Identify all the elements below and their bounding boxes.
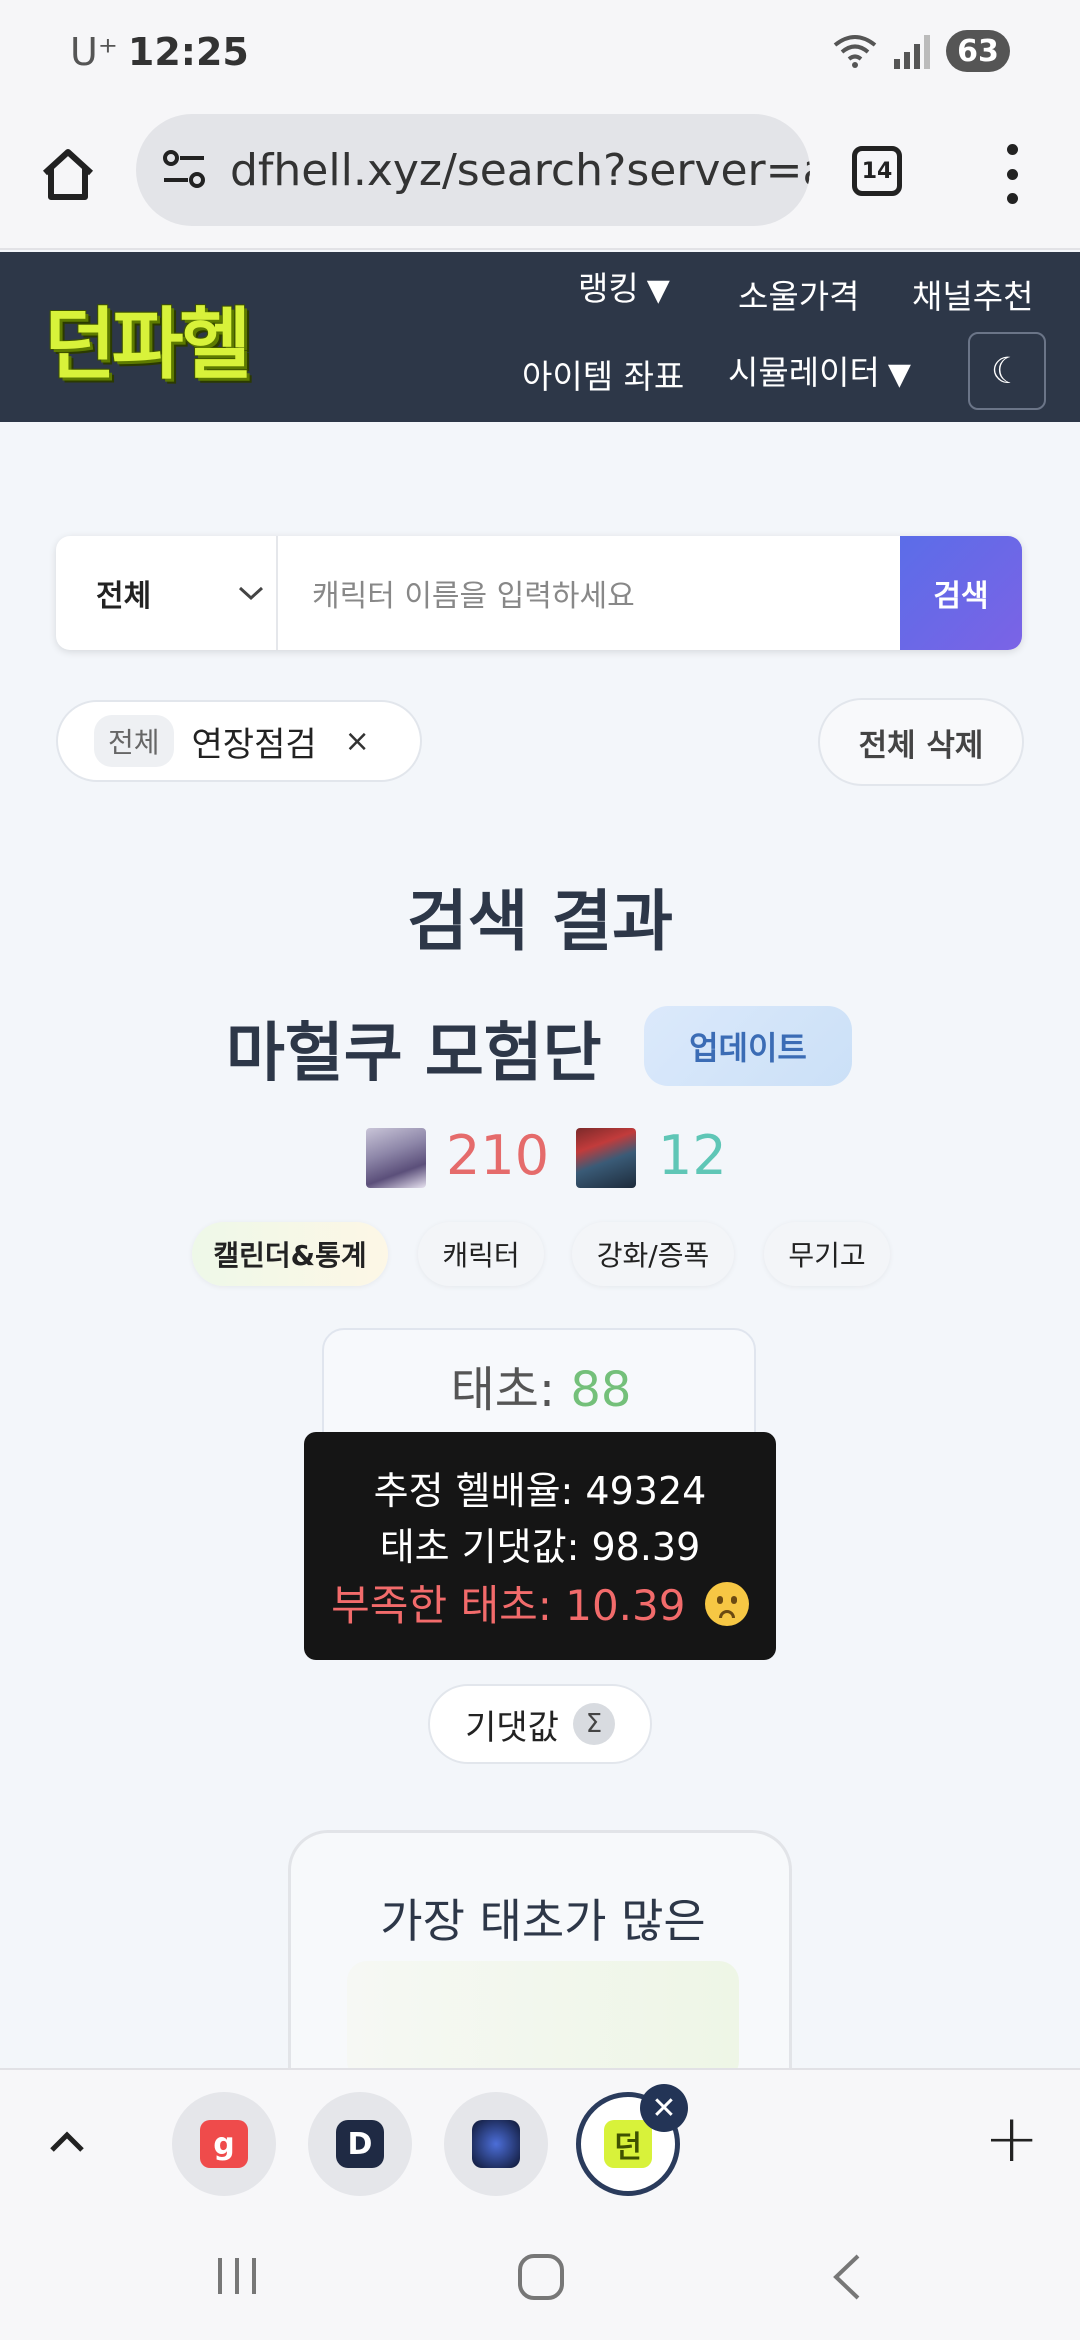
site-header: 던파헬 랭킹 ▼ 소울가격 채널추천 아이템 좌표 시뮬레이터 ▼ ☾ bbox=[0, 252, 1080, 422]
tab-thumbnail-g[interactable]: g bbox=[172, 2092, 276, 2196]
server-select-value: 전체 bbox=[96, 579, 152, 614]
status-bar: U⁺ 12:25 63 bbox=[0, 0, 1080, 110]
nav-ranking[interactable]: 랭킹 ▼ bbox=[578, 262, 670, 310]
character-count-b: 12 bbox=[658, 1124, 727, 1187]
chevron-down-icon bbox=[238, 586, 264, 601]
stat-label-text: 태초: bbox=[450, 1362, 571, 1418]
dungeon-fighter-icon bbox=[472, 2120, 520, 2168]
server-select[interactable]: 전체 bbox=[56, 536, 278, 650]
address-bar[interactable]: dfhell.xyz/search?server=ac bbox=[136, 114, 810, 226]
g-app-icon: g bbox=[200, 2120, 248, 2168]
tab-thumbnail-d[interactable]: D bbox=[308, 2092, 412, 2196]
d-app-icon: D bbox=[336, 2120, 384, 2168]
page-title: 검색 결과 bbox=[407, 883, 673, 960]
worried-face-icon bbox=[704, 1582, 749, 1626]
menu-dot-icon bbox=[1006, 144, 1018, 155]
adventure-group-name: 마헐쿠 모험단 bbox=[226, 1017, 602, 1091]
character-count-a: 210 bbox=[446, 1124, 550, 1187]
nav-soul-price[interactable]: 소울가격 bbox=[738, 270, 859, 318]
character-avatar bbox=[576, 1128, 636, 1188]
url-text: dfhell.xyz/search?server=ac bbox=[230, 144, 810, 196]
search-bar: 전체 캐릭터 이름을 입력하세요 검색 bbox=[56, 536, 1022, 650]
dfhell-logo-icon: 던 bbox=[604, 2120, 652, 2168]
browser-menu-button[interactable] bbox=[1000, 144, 1024, 204]
stat-value: 88 bbox=[570, 1362, 632, 1418]
chip-character-name: 연장점검 bbox=[191, 724, 317, 765]
signal-icon bbox=[894, 35, 930, 69]
most-taecho-card: 가장 태초가 많은 bbox=[288, 1830, 792, 2081]
close-tab-icon[interactable]: ✕ bbox=[640, 2084, 688, 2132]
tab-enhance[interactable]: 강화/증폭 bbox=[572, 1222, 734, 1286]
nav-channel-recommend[interactable]: 채널추천 bbox=[912, 270, 1033, 318]
tab-calendar-stats[interactable]: 캘린더&통계 bbox=[192, 1222, 388, 1286]
chevron-up-icon[interactable] bbox=[42, 2120, 92, 2164]
update-button[interactable]: 업데이트 bbox=[644, 1006, 852, 1086]
dropdown-triangle-icon: ▼ bbox=[887, 357, 911, 392]
menu-dot-icon bbox=[1006, 193, 1018, 204]
carrier: U⁺ bbox=[70, 30, 118, 74]
nav-ranking-label: 랭킹 bbox=[578, 269, 639, 308]
character-avatar bbox=[366, 1128, 426, 1188]
system-navigation-bar bbox=[0, 2216, 1080, 2340]
tab-character[interactable]: 캐릭터 bbox=[418, 1222, 544, 1286]
moon-icon: ☾ bbox=[990, 350, 1024, 392]
tooltip-shortfall: 부족한 태초: 10.39 bbox=[304, 1572, 776, 1633]
most-taecho-content bbox=[347, 1961, 739, 2081]
status-carrier-time: U⁺ 12:25 bbox=[70, 30, 249, 74]
tab-thumbnail-dfo[interactable] bbox=[444, 2092, 548, 2196]
character-search-input[interactable]: 캐릭터 이름을 입력하세요 bbox=[278, 536, 900, 650]
recent-apps-icon[interactable] bbox=[212, 2254, 262, 2298]
home-button[interactable] bbox=[38, 140, 98, 210]
nav-simulator-label: 시뮬레이터 bbox=[728, 353, 880, 392]
tab-armory[interactable]: 무기고 bbox=[764, 1222, 890, 1286]
chip-server-tag: 전체 bbox=[94, 715, 174, 767]
site-logo[interactable]: 던파헬 bbox=[44, 282, 251, 394]
expected-value-label: 기댓값 bbox=[465, 1707, 559, 1748]
home-nav-icon[interactable] bbox=[516, 2252, 566, 2302]
dropdown-triangle-icon: ▼ bbox=[646, 273, 670, 308]
nav-simulator[interactable]: 시뮬레이터 ▼ bbox=[728, 346, 911, 394]
back-icon[interactable] bbox=[826, 2252, 866, 2302]
dark-mode-toggle[interactable]: ☾ bbox=[968, 332, 1046, 410]
clock: 12:25 bbox=[127, 30, 249, 74]
clear-all-button[interactable]: 전체 삭제 bbox=[818, 698, 1024, 786]
new-tab-button[interactable]: + bbox=[984, 2100, 1039, 2177]
tab-switcher-button[interactable]: 14 bbox=[852, 146, 902, 196]
expected-value-button[interactable]: 기댓값 Σ bbox=[428, 1684, 652, 1764]
browser-tab-strip: g D 던 ✕ + bbox=[0, 2068, 1080, 2216]
sigma-icon: Σ bbox=[572, 1703, 615, 1745]
tooltip: 추정 헬배율: 49324 태초 기댓값: 98.39 부족한 태초: 10.3… bbox=[304, 1432, 776, 1660]
menu-dot-icon bbox=[1006, 168, 1018, 180]
site-settings-icon[interactable] bbox=[158, 144, 210, 196]
tooltip-expected-value: 태초 기댓값: 98.39 bbox=[379, 1525, 701, 1569]
browser-toolbar: dfhell.xyz/search?server=ac 14 bbox=[0, 110, 1080, 250]
tooltip-estimated-rate: 추정 헬배율: 49324 bbox=[373, 1469, 707, 1513]
tooltip-shortfall-text: 부족한 태초: 10.39 bbox=[331, 1581, 686, 1630]
recent-search-chip[interactable]: 전체 연장점검 × bbox=[56, 700, 422, 782]
most-taecho-title: 가장 태초가 많은 bbox=[380, 1894, 706, 1948]
stat-label: 태초: 88 bbox=[324, 1350, 758, 1420]
battery-indicator: 63 bbox=[946, 30, 1010, 72]
close-icon[interactable]: × bbox=[345, 724, 370, 759]
search-button[interactable]: 검색 bbox=[900, 536, 1022, 650]
wifi-icon bbox=[833, 35, 877, 68]
nav-item-coords[interactable]: 아이템 좌표 bbox=[522, 350, 684, 398]
home-icon bbox=[42, 149, 94, 200]
status-icons: 63 bbox=[832, 30, 1010, 72]
